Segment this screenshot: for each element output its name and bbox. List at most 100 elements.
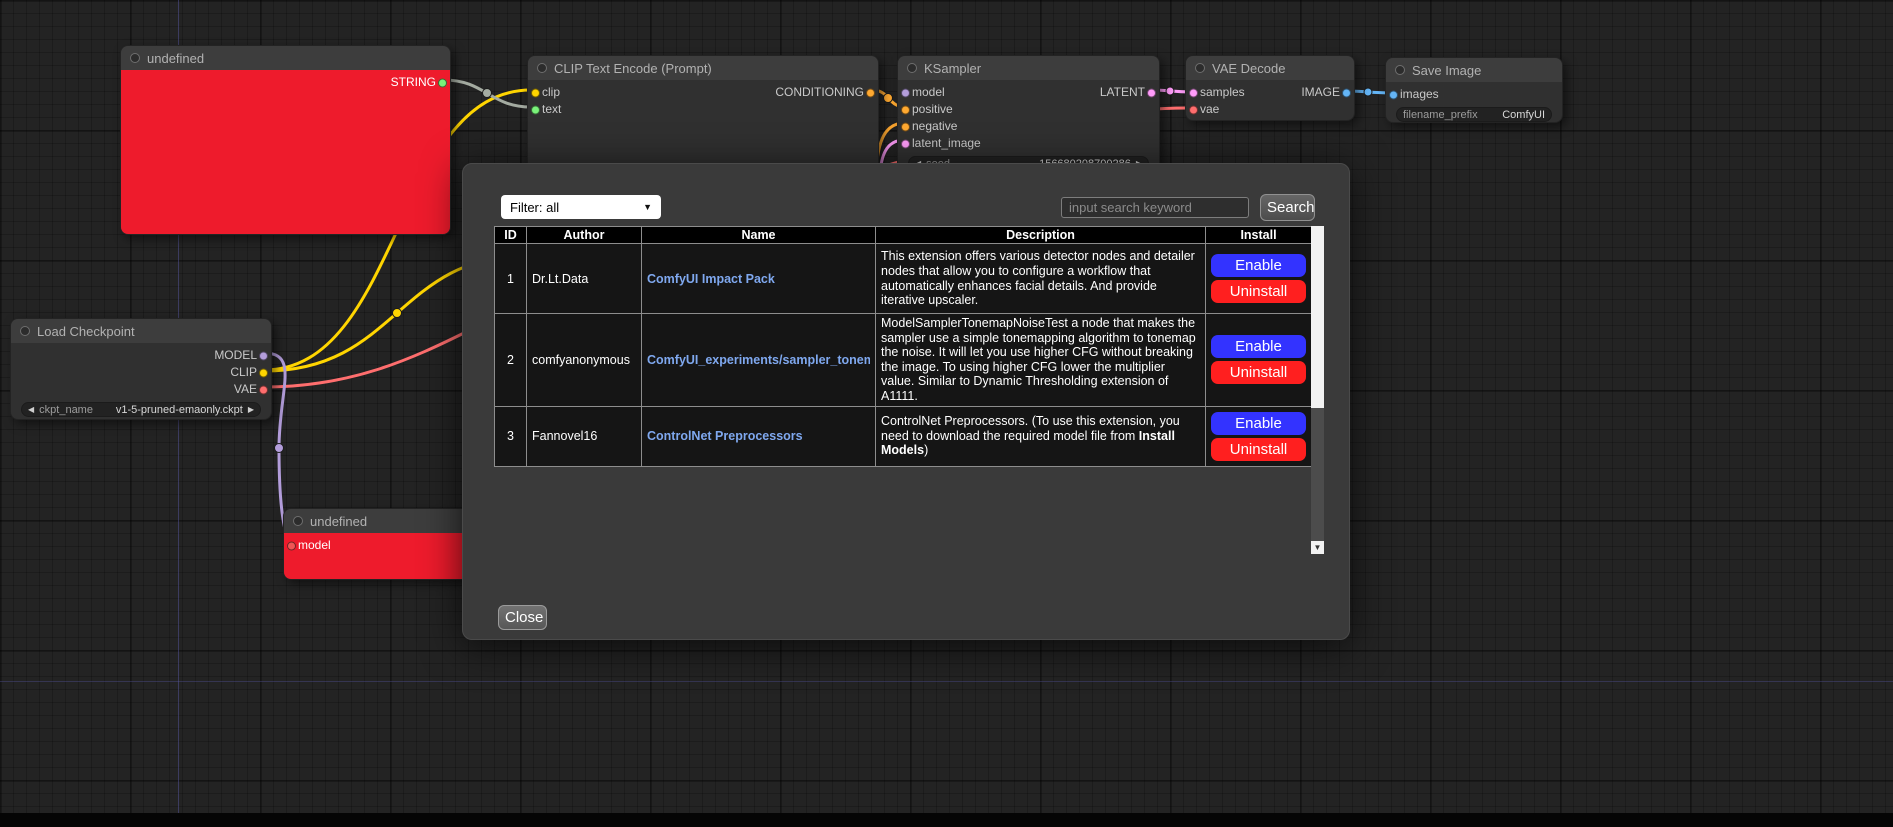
missing-node-body: STRING [121, 70, 450, 234]
slot-row: samples IMAGE [1186, 84, 1354, 101]
slot-row: model LATENT [898, 84, 1159, 101]
scrollbar-down-icon[interactable]: ▼ [1311, 541, 1324, 554]
extensions-table-container: ID Author Name Description Install 1 Dr.… [494, 226, 1324, 554]
input-dot-positive[interactable] [901, 105, 910, 114]
slot-row: text [528, 101, 878, 118]
col-header-name: Name [642, 227, 876, 244]
table-row: 1 Dr.Lt.Data ComfyUI Impact Pack This ex… [495, 244, 1312, 314]
slot-row: MODEL [11, 347, 271, 364]
input-dot-images[interactable] [1389, 90, 1398, 99]
link-dot [1166, 87, 1174, 95]
node-vae-decode[interactable]: VAE Decode samples IMAGE vae [1185, 55, 1355, 121]
widget-prev-icon[interactable]: ◀ [28, 405, 34, 414]
extension-link[interactable]: ComfyUI_experiments/sampler_tonemap [647, 353, 870, 367]
input-dot-text[interactable] [531, 105, 540, 114]
slot-row: images [1386, 86, 1562, 103]
node-title: undefined [310, 514, 367, 529]
extensions-table: ID Author Name Description Install 1 Dr.… [494, 226, 1312, 467]
slot-row: clip CONDITIONING [528, 84, 878, 101]
output-dot-conditioning[interactable] [866, 88, 875, 97]
page-background [0, 813, 1893, 827]
uninstall-button[interactable]: Uninstall [1211, 438, 1306, 461]
col-header-description: Description [876, 227, 1206, 244]
table-row: 3 Fannovel16 ControlNet Preprocessors Co… [495, 406, 1312, 466]
node-title: Load Checkpoint [37, 324, 135, 339]
extension-link[interactable]: ControlNet Preprocessors [647, 429, 870, 443]
cell-author: Dr.Lt.Data [527, 244, 642, 314]
cell-description: ModelSamplerTonemapNoiseTest a node that… [881, 316, 1200, 404]
slot-row: vae [1186, 101, 1354, 118]
close-button[interactable]: Close [498, 605, 547, 630]
col-header-install: Install [1206, 227, 1312, 244]
input-dot-model[interactable] [901, 88, 910, 97]
filter-dropdown-value: Filter: all [510, 200, 559, 215]
slot-row: positive [898, 101, 1159, 118]
search-button[interactable]: Search [1260, 194, 1315, 221]
node-graph-canvas[interactable]: undefined STRING CLIP Text Encode (Promp… [0, 0, 1893, 813]
cell-id: 3 [495, 406, 527, 466]
input-dot-negative[interactable] [901, 122, 910, 131]
cell-id: 1 [495, 244, 527, 314]
node-status-dot-icon [1395, 65, 1405, 75]
cell-description: ControlNet Preprocessors. (To use this e… [881, 414, 1200, 458]
filter-dropdown[interactable]: Filter: all ▼ [501, 195, 661, 219]
node-title: Save Image [1412, 63, 1481, 78]
link-dot [275, 444, 284, 453]
search-input[interactable] [1061, 197, 1249, 218]
slot-row: VAE [11, 381, 271, 398]
input-dot-vae[interactable] [1189, 105, 1198, 114]
widget-next-icon[interactable]: ▶ [248, 405, 254, 414]
col-header-author: Author [527, 227, 642, 244]
uninstall-button[interactable]: Uninstall [1211, 280, 1306, 303]
cell-author: Fannovel16 [527, 406, 642, 466]
enable-button[interactable]: Enable [1211, 254, 1306, 277]
node-title: KSampler [924, 61, 981, 76]
filename-prefix-widget[interactable]: filename_prefix ComfyUI [1396, 107, 1552, 122]
link-dot [884, 94, 893, 103]
node-title: CLIP Text Encode (Prompt) [554, 61, 712, 76]
output-slot-string: STRING [121, 74, 450, 91]
output-dot-image[interactable] [1342, 88, 1351, 97]
input-dot-model[interactable] [287, 541, 296, 550]
slot-row: negative [898, 118, 1159, 135]
node-status-dot-icon [20, 326, 30, 336]
ckpt-name-widget[interactable]: ◀ ckpt_name v1-5-pruned-emaonly.ckpt ▶ [21, 402, 261, 417]
node-status-dot-icon [130, 53, 140, 63]
node-status-dot-icon [293, 516, 303, 526]
enable-button[interactable]: Enable [1211, 335, 1306, 358]
slot-row: CLIP [11, 364, 271, 381]
output-dot-vae[interactable] [259, 385, 268, 394]
scrollbar-thumb[interactable] [1311, 226, 1324, 408]
link-dot [483, 89, 492, 98]
node-status-dot-icon [537, 63, 547, 73]
chevron-down-icon: ▼ [643, 202, 652, 212]
cell-id: 2 [495, 314, 527, 407]
input-dot-clip[interactable] [531, 88, 540, 97]
output-dot-string[interactable] [438, 78, 447, 87]
node-undefined-top[interactable]: undefined STRING [120, 45, 451, 235]
node-status-dot-icon [1195, 63, 1205, 73]
link-dot [393, 309, 402, 318]
cell-description: This extension offers various detector n… [881, 249, 1200, 307]
table-header-row: ID Author Name Description Install [495, 227, 1312, 244]
output-dot-model[interactable] [259, 351, 268, 360]
col-header-id: ID [495, 227, 527, 244]
enable-button[interactable]: Enable [1211, 412, 1306, 435]
input-dot-samples[interactable] [1189, 88, 1198, 97]
output-dot-clip[interactable] [259, 368, 268, 377]
node-title: undefined [147, 51, 204, 66]
table-row: 2 comfyanonymous ComfyUI_experiments/sam… [495, 314, 1312, 407]
cell-author: comfyanonymous [527, 314, 642, 407]
extension-link[interactable]: ComfyUI Impact Pack [647, 272, 870, 286]
table-scrollbar[interactable]: ▼ [1311, 226, 1324, 554]
node-load-checkpoint[interactable]: Load Checkpoint MODEL CLIP VAE ◀ ckpt_na… [10, 318, 272, 420]
link-dot [1364, 88, 1372, 96]
custom-nodes-manager-dialog: Filter: all ▼ Search ID Author Name Desc… [462, 163, 1350, 640]
output-dot-latent[interactable] [1147, 88, 1156, 97]
node-title: VAE Decode [1212, 61, 1285, 76]
uninstall-button[interactable]: Uninstall [1211, 361, 1306, 384]
input-dot-latent-image[interactable] [901, 139, 910, 148]
node-save-image[interactable]: Save Image images filename_prefix ComfyU… [1385, 57, 1563, 123]
node-status-dot-icon [907, 63, 917, 73]
slot-row: latent_image [898, 135, 1159, 152]
